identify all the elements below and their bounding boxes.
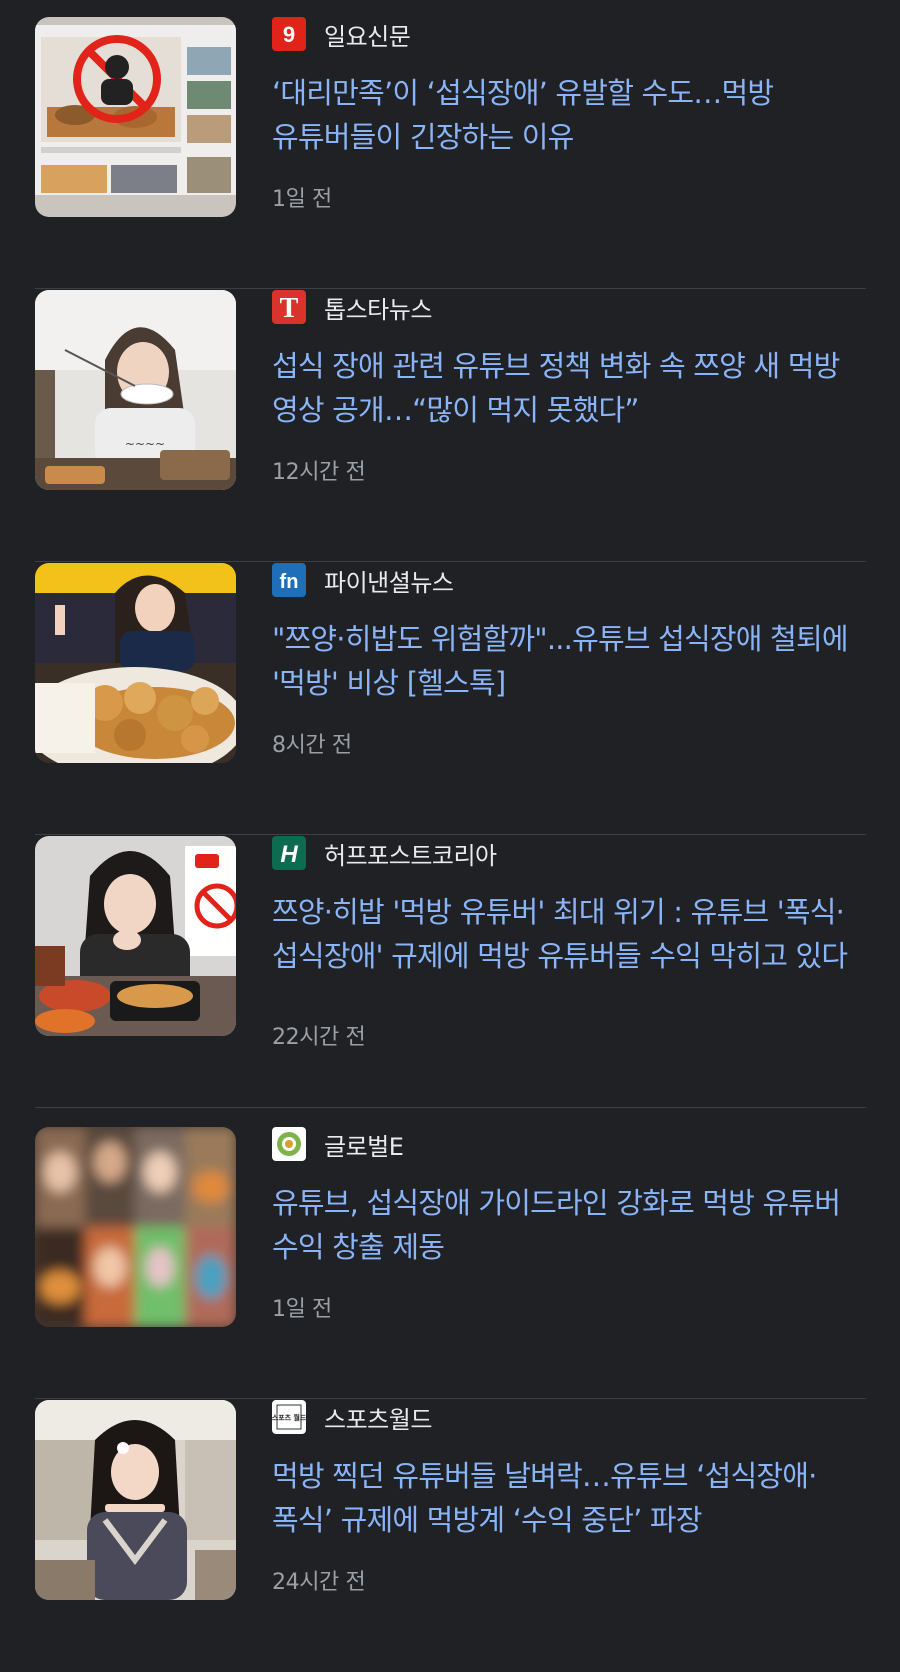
article-timestamp: 12시간 전 [272,460,366,485]
thumbnail-image-woman-thinking-with-food [35,836,236,1036]
source-row: T 톱스타뉴스 [272,290,432,324]
news-card[interactable]: H 허프포스트코리아 쯔양·히밥 '먹방 유튜버' 최대 위기 : 유튜브 '폭… [35,836,866,1108]
svg-text:T: T [280,293,299,324]
svg-text:fn: fn [280,571,299,593]
source-row: 9 일요신문 [272,17,411,51]
article-headline-link[interactable]: 섭식 장애 관련 유튜브 정책 변화 속 쯔양 새 먹방 영상 공개…“많이 먹… [272,344,866,432]
article-headline-link[interactable]: 먹방 찍던 유튜버들 날벼락…유튜브 ‘섭식장애·폭식’ 규제에 먹방계 ‘수익… [272,1454,866,1542]
article-thumbnail[interactable] [35,1400,236,1600]
svg-text:H: H [280,841,298,868]
article-timestamp: 22시간 전 [272,1025,366,1050]
news-feed: 9 일요신문 ‘대리만족’이 ‘섭식장애’ 유발할 수도…먹방 유튜버들이 긴장… [0,0,900,1611]
article-headline-link[interactable]: 유튜브, 섭식장애 가이드라인 강화로 먹방 유튜버 수익 창출 제동 [272,1181,866,1269]
source-row: fn 파이낸셜뉴스 [272,563,454,597]
article-timestamp: 24시간 전 [272,1570,366,1595]
thumbnail-image-laptop-no-eating [35,17,236,217]
article-headline-link[interactable]: ‘대리만족’이 ‘섭식장애’ 유발할 수도…먹방 유튜버들이 긴장하는 이유 [272,71,866,159]
thumbnail-image-woman-in-restaurant [35,1400,236,1600]
article-thumbnail[interactable] [35,563,236,763]
article-headline-link[interactable]: 쯔양·히밥 '먹방 유튜버' 최대 위기 : 유튜브 '폭식·섭식장애' 규제에… [272,890,866,978]
topstar-logo-icon: T [272,290,306,324]
source-name: 스포츠월드 [324,1405,432,1434]
divider [35,1107,866,1108]
huffpost-logo-icon: H [272,836,306,870]
divider [35,1398,866,1399]
source-name: 톱스타뉴스 [324,295,432,324]
news-card[interactable]: 9 일요신문 ‘대리만족’이 ‘섭식장애’ 유발할 수도…먹방 유튜버들이 긴장… [35,17,866,289]
article-headline-link[interactable]: "쯔양·히밥도 위험할까"...유튜브 섭식장애 철퇴에 '먹방' 비상 [헬스… [272,617,866,705]
article-timestamp: 1일 전 [272,1297,332,1322]
news-card[interactable]: 글로벌E 유튜브, 섭식장애 가이드라인 강화로 먹방 유튜버 수익 창출 제동… [35,1127,866,1399]
source-row: 스포츠 월드 스포츠월드 [272,1400,432,1434]
article-timestamp: 1일 전 [272,187,332,212]
article-thumbnail[interactable]: ~~~~ [35,290,236,490]
article-timestamp: 8시간 전 [272,733,352,758]
source-row: H 허프포스트코리아 [272,836,497,870]
source-name: 허프포스트코리아 [324,841,497,870]
article-thumbnail[interactable] [35,836,236,1036]
svg-text:스포츠 월드: 스포츠 월드 [272,1413,306,1422]
globale-logo-icon [272,1127,306,1161]
thumbnail-image-woman-eating-noodles: ~~~~ [35,290,236,490]
news-card[interactable]: 스포츠 월드 스포츠월드 먹방 찍던 유튜버들 날벼락…유튜브 ‘섭식장애·폭식… [35,1400,866,1672]
source-name: 글로벌E [324,1132,404,1161]
sportsworld-logo-icon: 스포츠 월드 [272,1400,306,1434]
news-card[interactable]: fn 파이낸셜뉴스 "쯔양·히밥도 위험할까"...유튜브 섭식장애 철퇴에 '… [35,563,866,835]
article-thumbnail[interactable] [35,1127,236,1327]
ilyo-logo-icon: 9 [272,17,306,51]
thumbnail-image-blurred-video-grid [35,1127,236,1327]
fn-logo-icon: fn [272,563,306,597]
divider [35,288,866,289]
source-name: 일요신문 [324,22,411,51]
svg-text:9: 9 [283,22,295,47]
news-card[interactable]: ~~~~ T 톱스타뉴스 섭식 장애 관련 유튜브 정책 변화 속 쯔양 새 먹… [35,290,866,562]
source-name: 파이낸셜뉴스 [324,568,454,597]
source-row: 글로벌E [272,1127,404,1161]
svg-text:~~~~: ~~~~ [125,437,165,451]
thumbnail-image-woman-with-fried-food [35,563,236,763]
article-thumbnail[interactable] [35,17,236,217]
